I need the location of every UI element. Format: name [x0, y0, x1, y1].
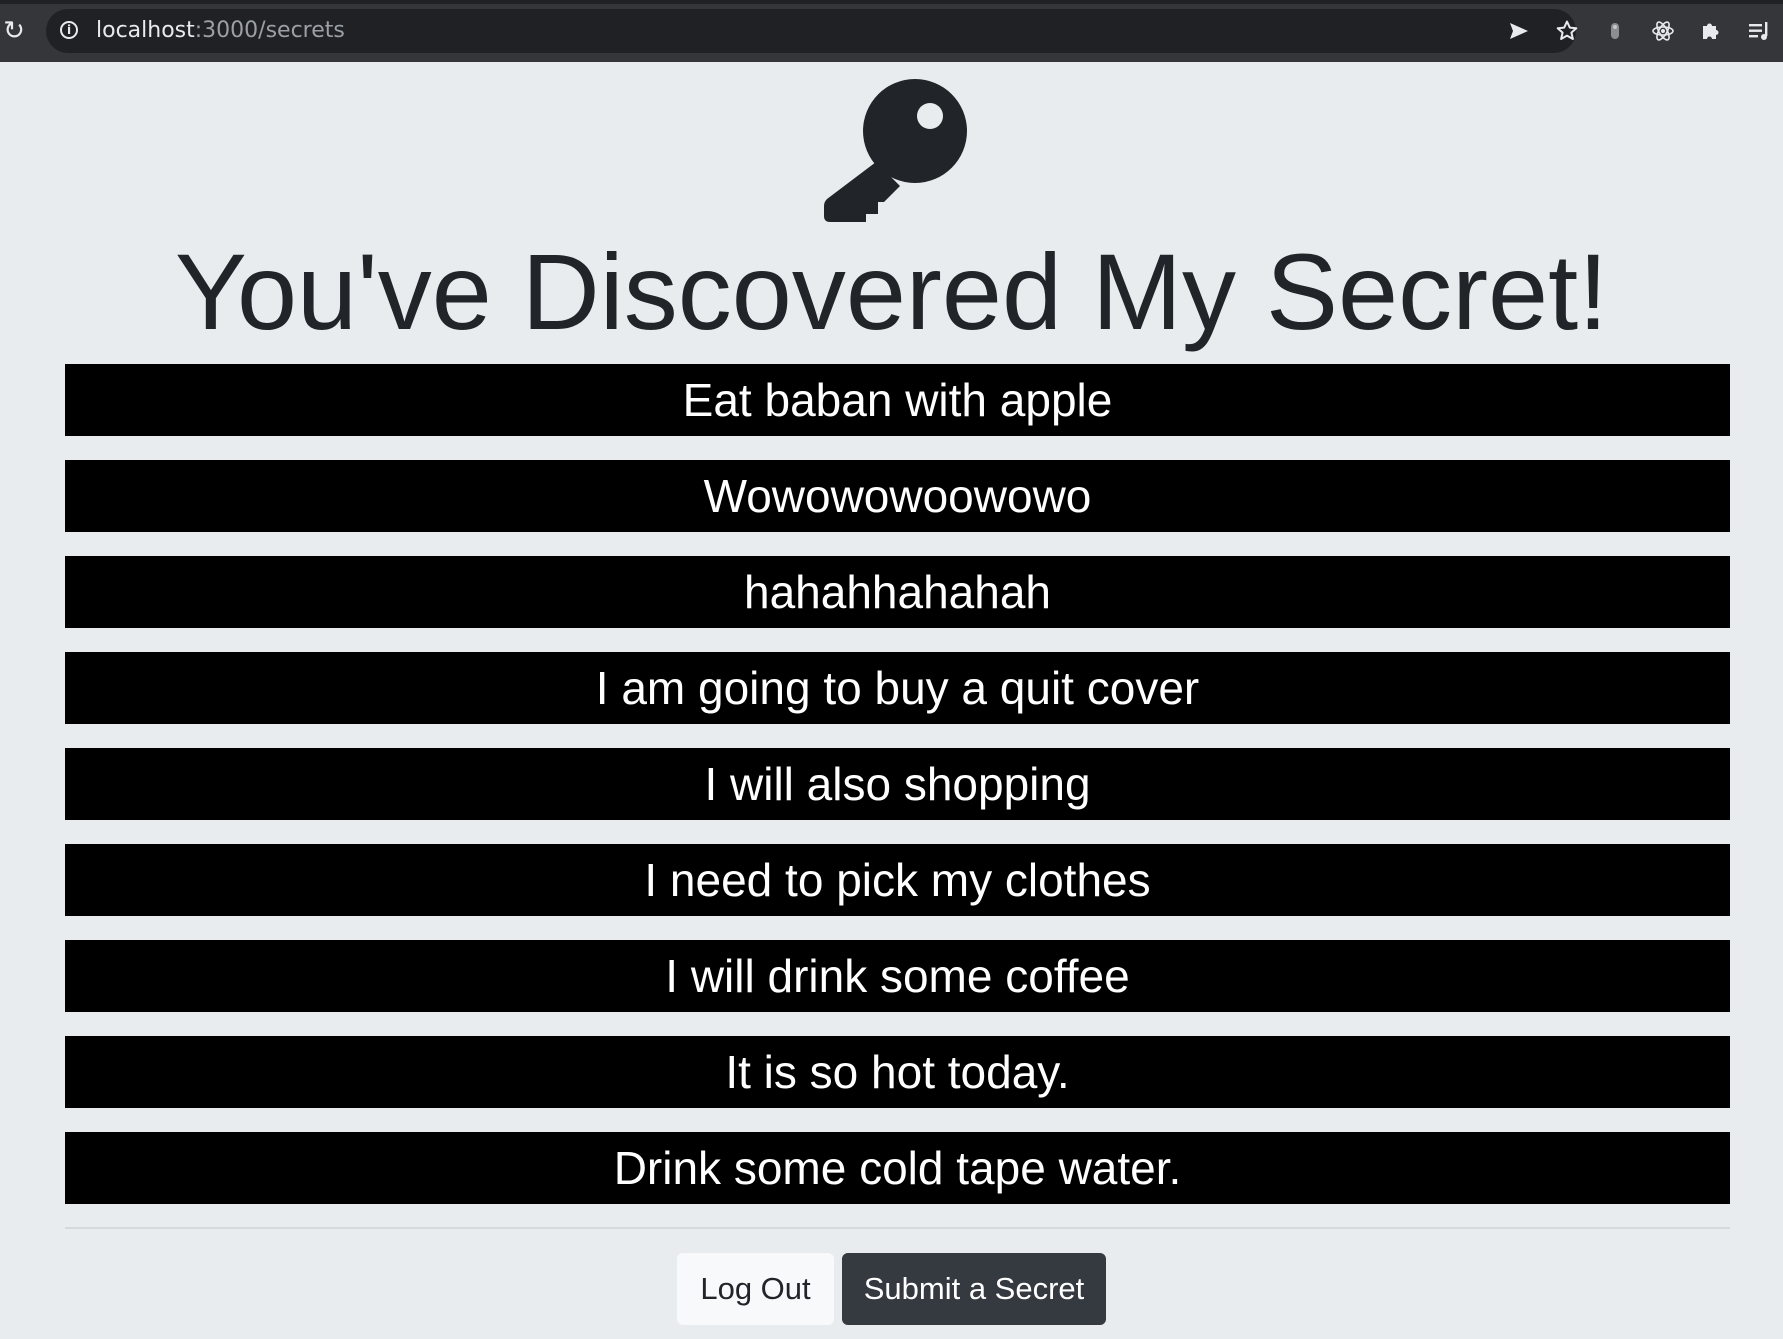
reading-list-icon[interactable]	[1735, 9, 1783, 53]
browser-actions	[1495, 9, 1783, 53]
url-path: :3000/secrets	[194, 18, 345, 43]
secret-item: I will drink some coffee	[65, 940, 1730, 1012]
secret-item: I need to pick my clothes	[65, 844, 1730, 916]
send-icon[interactable]	[1495, 9, 1543, 53]
extensions-icon[interactable]	[1687, 9, 1735, 53]
secrets-list: Eat baban with apple Wowowowoowowo hahah…	[65, 364, 1730, 1228]
url-text[interactable]: localhost:3000/secrets	[96, 9, 345, 53]
secret-item: Wowowowoowowo	[65, 460, 1730, 532]
secret-item: I am going to buy a quit cover	[65, 652, 1730, 724]
submit-secret-button[interactable]: Submit a Secret	[842, 1253, 1106, 1325]
bookmark-star-icon[interactable]	[1543, 9, 1591, 53]
reload-icon[interactable]: ↻	[0, 16, 28, 46]
logout-button[interactable]: Log Out	[677, 1253, 834, 1325]
tab-strip-edge	[0, 0, 1783, 4]
secret-item: Drink some cold tape water.	[65, 1132, 1730, 1204]
secret-item: Eat baban with apple	[65, 364, 1730, 436]
action-buttons: Log Out Submit a Secret	[0, 1253, 1783, 1325]
browser-toolbar: ↻ i localhost:3000/secrets	[0, 0, 1783, 62]
react-devtools-icon[interactable]	[1639, 9, 1687, 53]
section-divider	[65, 1227, 1730, 1229]
site-info-icon[interactable]: i	[60, 21, 78, 39]
profile-icon[interactable]	[1591, 9, 1639, 53]
secret-item: It is so hot today.	[65, 1036, 1730, 1108]
page-title: You've Discovered My Secret!	[174, 231, 1609, 352]
secret-item: I will also shopping	[65, 748, 1730, 820]
secrets-page: You've Discovered My Secret! Eat baban w…	[0, 62, 1783, 1339]
url-host: localhost	[96, 18, 195, 43]
secret-item: hahahhahahah	[65, 556, 1730, 628]
key-icon	[820, 76, 970, 226]
address-bar[interactable]: i localhost:3000/secrets	[46, 9, 1576, 53]
